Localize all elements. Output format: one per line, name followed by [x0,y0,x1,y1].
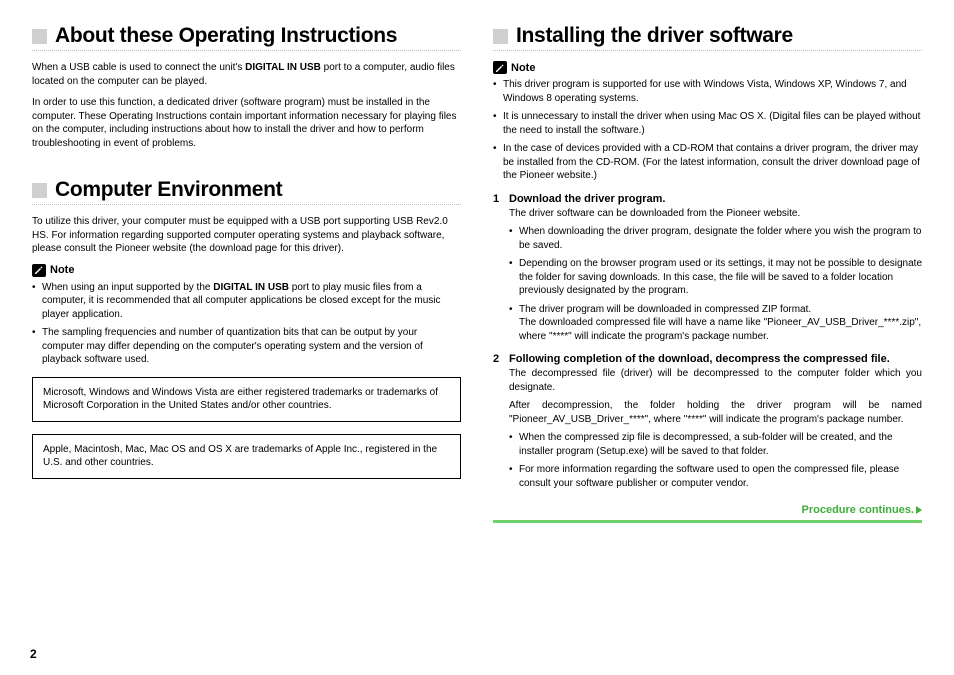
list-item: When using an input supported by the DIG… [32,281,461,322]
list-item: When downloading the driver program, des… [509,225,922,252]
list-item: The driver program will be downloaded in… [509,303,922,344]
page-columns: About these Operating Instructions When … [32,24,922,523]
procedure-continues: Procedure continues. [493,500,922,523]
step-title: Download the driver program. [509,193,922,205]
note-heading: Note [32,264,461,277]
env-note-list: When using an input supported by the DIG… [32,281,461,367]
step-desc: The driver software can be downloaded fr… [509,207,922,221]
bold-term: DIGITAL IN USB [213,282,289,293]
step-desc: The decompressed file (driver) will be d… [509,367,922,394]
section-computer-env: Computer Environment To utilize this dri… [32,178,461,479]
section-about: About these Operating Instructions When … [32,24,461,150]
install-note-list: This driver program is supported for use… [493,78,922,183]
env-p1: To utilize this driver, your computer mu… [32,215,461,256]
trademark-box-apple: Apple, Macintosh, Mac, Mac OS and OS X a… [32,434,461,479]
step-1: Download the driver program. The driver … [493,193,922,344]
continues-label: Procedure continues. [802,504,914,516]
step-2: Following completion of the download, de… [493,353,922,490]
heading-text: Installing the driver software [516,24,793,48]
pencil-icon [493,61,507,74]
note-heading: Note [493,61,922,74]
bold-term: DIGITAL IN USB [245,62,321,73]
square-icon [32,29,47,44]
list-item: When the compressed zip file is decompre… [509,431,922,458]
list-item: It is unnecessary to install the driver … [493,110,922,137]
right-column: Installing the driver software Note This… [493,24,922,523]
left-column: About these Operating Instructions When … [32,24,461,523]
procedure-steps: Download the driver program. The driver … [493,193,922,491]
heading-about: About these Operating Instructions [32,24,461,48]
list-item: For more information regarding the softw… [509,463,922,490]
note-label: Note [511,62,535,74]
list-item: In the case of devices provided with a C… [493,142,922,183]
square-icon [493,29,508,44]
dotted-divider [32,204,461,205]
step-sublist: When the compressed zip file is decompre… [509,431,922,490]
heading-install: Installing the driver software [493,24,922,48]
about-p1: When a USB cable is used to connect the … [32,61,461,88]
dotted-divider [32,50,461,51]
step-sublist: When downloading the driver program, des… [509,225,922,343]
heading-env: Computer Environment [32,178,461,202]
page-number: 2 [30,647,37,661]
about-p2: In order to use this function, a dedicat… [32,96,461,150]
heading-text: About these Operating Instructions [55,24,397,48]
dotted-divider [493,50,922,51]
arrow-right-icon [916,506,922,514]
list-item: Depending on the browser program used or… [509,257,922,298]
list-item: This driver program is supported for use… [493,78,922,105]
green-bar [493,520,922,523]
pencil-icon [32,264,46,277]
trademark-box-ms: Microsoft, Windows and Windows Vista are… [32,377,461,422]
heading-text: Computer Environment [55,178,282,202]
list-item: The sampling frequencies and number of q… [32,326,461,367]
step-title: Following completion of the download, de… [509,353,922,365]
square-icon [32,183,47,198]
step-desc: After decompression, the folder holding … [509,399,922,426]
note-label: Note [50,264,74,276]
